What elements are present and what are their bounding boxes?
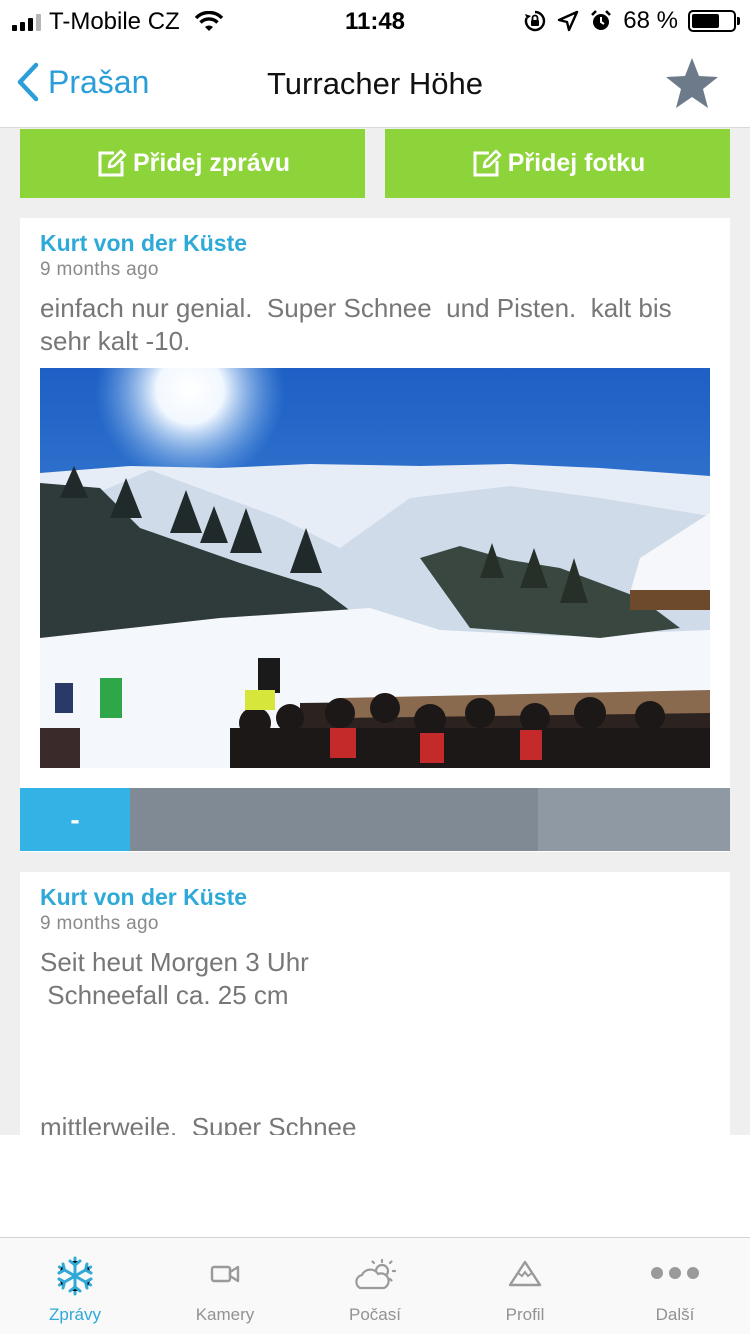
page-title: Turracher Höhe bbox=[267, 66, 483, 101]
battery-level bbox=[692, 14, 720, 28]
more-icon bbox=[651, 1267, 699, 1279]
ski-slope-photo bbox=[40, 368, 710, 768]
tab-label: Kamery bbox=[195, 1305, 255, 1324]
video-camera-icon bbox=[210, 1265, 240, 1283]
edit-icon bbox=[473, 149, 502, 176]
bottom-spacer bbox=[0, 1135, 750, 1237]
tab-cameras[interactable]: Kamery bbox=[150, 1238, 300, 1334]
rating-bar: - bbox=[20, 788, 730, 851]
tab-label: Další bbox=[655, 1305, 695, 1324]
tab-label: Počasí bbox=[349, 1305, 401, 1324]
snowflake-icon bbox=[57, 1256, 93, 1296]
status-right: 68 % bbox=[523, 7, 740, 35]
tab-bar: Zprávy Kamery Počasí Profil Další bbox=[0, 1237, 750, 1334]
add-photo-button[interactable]: Přidej fotku bbox=[385, 129, 730, 198]
tab-more[interactable]: Další bbox=[600, 1238, 750, 1334]
post-card: Kurt von der Küste 9 months ago Seit heu… bbox=[20, 872, 730, 1135]
post-photo[interactable] bbox=[40, 368, 710, 768]
tab-profile[interactable]: Profil bbox=[450, 1238, 600, 1334]
post-card: Kurt von der Küste 9 months ago einfach … bbox=[20, 218, 730, 852]
location-icon bbox=[558, 10, 579, 32]
post-author[interactable]: Kurt von der Küste bbox=[40, 230, 247, 257]
battery-icon bbox=[688, 10, 740, 32]
post-text: einfach nur genial. Super Schnee und Pis… bbox=[40, 293, 679, 356]
rating-minus-button[interactable]: - bbox=[20, 788, 130, 851]
rating-right-button[interactable] bbox=[538, 788, 730, 851]
add-message-label: Přidej zprávu bbox=[133, 149, 290, 177]
battery-percent: 68 % bbox=[623, 7, 678, 34]
alarm-icon bbox=[591, 10, 612, 30]
post-time: 9 months ago bbox=[40, 259, 159, 280]
weather-icon bbox=[355, 1258, 397, 1290]
navigation-bar: Prašan Turracher Höhe bbox=[0, 40, 750, 128]
star-icon[interactable] bbox=[664, 56, 720, 112]
status-bar: T-Mobile CZ 11:48 68 % bbox=[0, 0, 750, 40]
edit-icon bbox=[98, 149, 127, 176]
post-time: 9 months ago bbox=[40, 913, 159, 934]
mountain-icon bbox=[508, 1260, 542, 1287]
add-message-button[interactable]: Přidej zprávu bbox=[20, 129, 365, 198]
tab-weather[interactable]: Počasí bbox=[300, 1238, 450, 1334]
add-photo-label: Přidej fotku bbox=[507, 149, 646, 177]
tab-label: Zprávy bbox=[49, 1305, 101, 1324]
messages-feed[interactable]: Přidej zprávu Přidej fotku Kurt von der … bbox=[0, 129, 750, 1135]
tab-messages[interactable]: Zprávy bbox=[0, 1238, 150, 1334]
rotation-lock-icon bbox=[525, 10, 546, 32]
post-author[interactable]: Kurt von der Küste bbox=[40, 884, 247, 911]
post-text: Seit heut Morgen 3 Uhr Schneefall ca. 25… bbox=[40, 947, 357, 1135]
tab-label: Profil bbox=[505, 1305, 545, 1324]
